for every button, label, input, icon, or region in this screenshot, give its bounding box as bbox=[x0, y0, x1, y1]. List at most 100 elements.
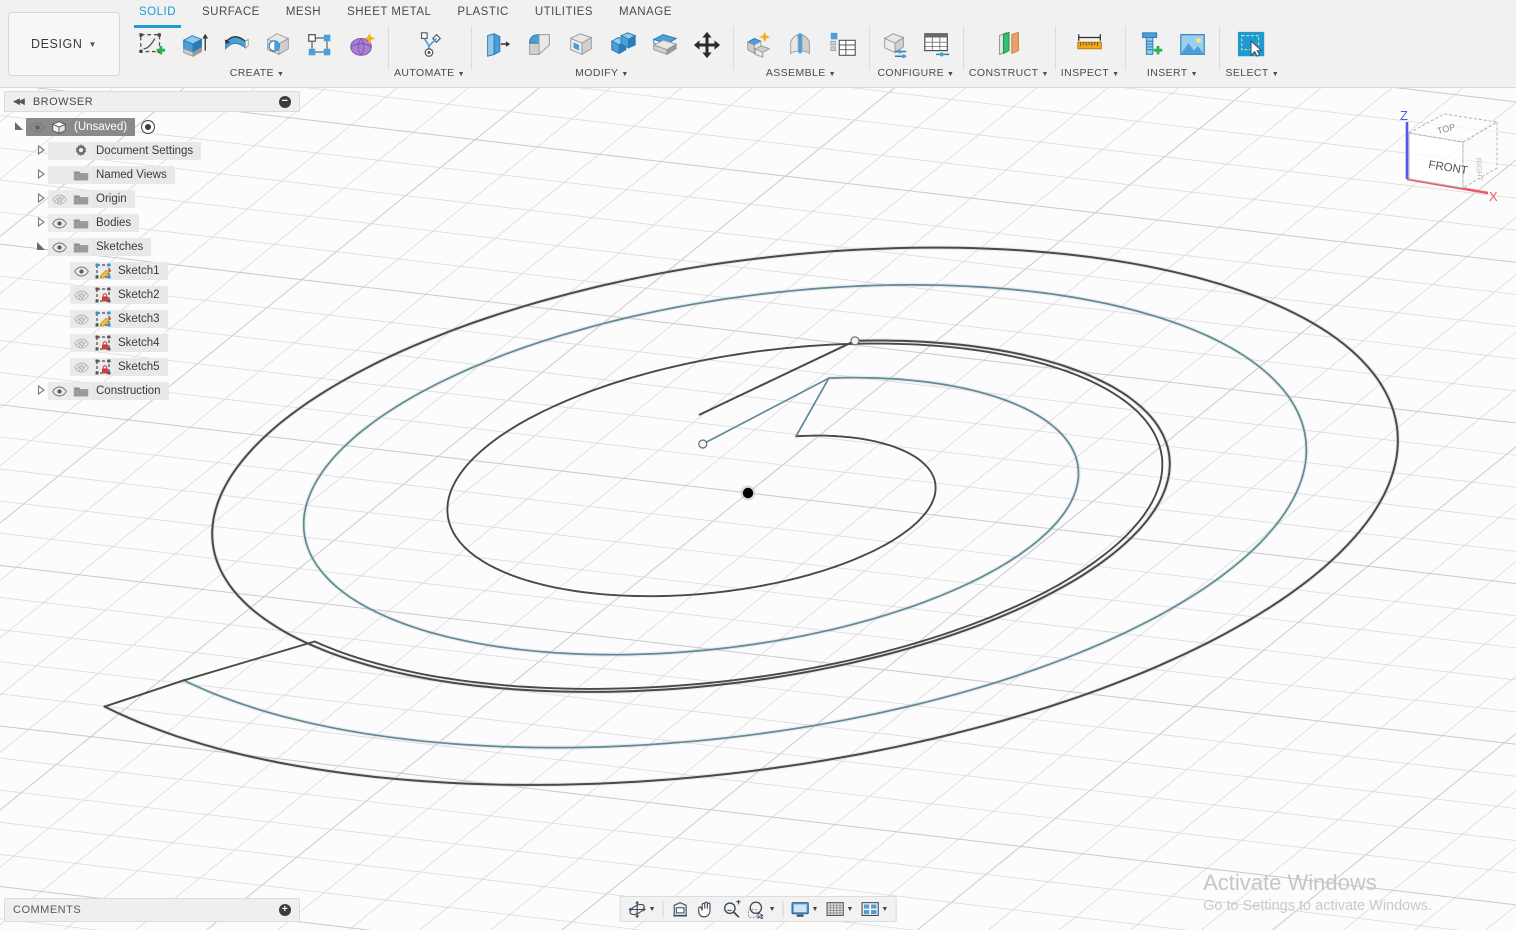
tree-item-content[interactable]: Sketch1 bbox=[70, 262, 168, 280]
chevron-down-icon[interactable]: ▼ bbox=[812, 906, 819, 913]
automate-icon[interactable] bbox=[409, 25, 449, 65]
tree-item-sketch[interactable]: Sketch3 bbox=[4, 307, 300, 331]
chevron-down-icon[interactable]: ▼ bbox=[769, 906, 776, 913]
zoom-window-icon[interactable]: ▼ bbox=[745, 898, 779, 920]
measure-icon[interactable] bbox=[1070, 25, 1110, 65]
shell-icon[interactable] bbox=[561, 25, 601, 65]
panel-label[interactable]: INSPECT ▼ bbox=[1061, 66, 1120, 82]
collapse-left-icon[interactable]: ◀◀ bbox=[13, 96, 25, 107]
tree-item-construction[interactable]: Construction bbox=[4, 379, 300, 403]
eye-hidden-icon[interactable] bbox=[70, 313, 92, 326]
eye-hidden-icon[interactable] bbox=[70, 337, 92, 350]
eye-visible-icon[interactable] bbox=[48, 241, 70, 254]
chevron-down-icon[interactable]: ▼ bbox=[829, 71, 836, 78]
panel-label[interactable]: SELECT ▼ bbox=[1225, 66, 1279, 82]
tree-item-document-settings[interactable]: Document Settings bbox=[4, 139, 300, 163]
tree-item-content[interactable]: Document Settings bbox=[48, 142, 202, 160]
pan-icon[interactable] bbox=[694, 898, 718, 920]
tree-item-sketch[interactable]: Sketch4 bbox=[4, 331, 300, 355]
tree-item-content[interactable]: Sketch2 bbox=[70, 286, 168, 304]
chevron-down-icon[interactable]: ▼ bbox=[649, 906, 656, 913]
viewports-icon[interactable]: ▼ bbox=[857, 898, 891, 920]
form-icon[interactable] bbox=[342, 25, 382, 65]
tree-item-content[interactable]: Construction bbox=[48, 382, 169, 400]
tree-item-content[interactable]: Sketch4 bbox=[70, 334, 168, 352]
chevron-down-icon[interactable]: ▼ bbox=[846, 906, 853, 913]
activate-component-radio[interactable] bbox=[141, 120, 156, 134]
tree-item-content[interactable]: Sketches bbox=[48, 238, 152, 256]
fillet-icon[interactable] bbox=[519, 25, 559, 65]
chevron-down-icon[interactable]: ▼ bbox=[1272, 71, 1279, 78]
tree-item-content[interactable]: Sketch3 bbox=[70, 310, 168, 328]
plus-icon[interactable]: + bbox=[279, 904, 291, 916]
configure-model-icon[interactable] bbox=[875, 25, 915, 65]
panel-label[interactable]: CONSTRUCT ▼ bbox=[969, 66, 1049, 82]
eye-hidden-icon[interactable] bbox=[70, 361, 92, 374]
eye-hidden-icon[interactable] bbox=[48, 193, 70, 206]
look-at-icon[interactable] bbox=[668, 898, 693, 920]
orbit-icon[interactable]: ▼ bbox=[625, 898, 659, 920]
tree-item-content[interactable]: (Unsaved) bbox=[26, 118, 136, 136]
press-pull-icon[interactable] bbox=[477, 25, 517, 65]
tree-item-content[interactable]: Named Views bbox=[48, 166, 175, 184]
chevron-expanded-icon[interactable] bbox=[34, 241, 48, 253]
offset-plane-icon[interactable] bbox=[989, 25, 1029, 65]
tree-item-sketches[interactable]: Sketches bbox=[4, 235, 300, 259]
revolve-icon[interactable] bbox=[216, 25, 256, 65]
eye-visible-icon[interactable] bbox=[70, 265, 92, 278]
grid-snap-icon[interactable]: ▼ bbox=[822, 898, 856, 920]
extrude-icon[interactable] bbox=[174, 25, 214, 65]
tree-item-sketch[interactable]: Sketch5 bbox=[4, 355, 300, 379]
chevron-down-icon[interactable]: ▼ bbox=[621, 71, 628, 78]
tree-item-unsaved[interactable]: (Unsaved) bbox=[4, 115, 300, 139]
comments-panel[interactable]: COMMENTS + bbox=[4, 898, 300, 922]
panel-label[interactable]: CONFIGURE ▼ bbox=[877, 66, 954, 82]
tree-item-sketch[interactable]: Sketch2 bbox=[4, 283, 300, 307]
panel-label[interactable]: MODIFY ▼ bbox=[575, 66, 629, 82]
create-sketch-icon[interactable] bbox=[132, 25, 172, 65]
hole-icon[interactable] bbox=[258, 25, 298, 65]
split-face-icon[interactable] bbox=[645, 25, 685, 65]
panel-label[interactable]: ASSEMBLE ▼ bbox=[766, 66, 836, 82]
chevron-collapsed-icon[interactable] bbox=[34, 192, 48, 205]
move-copy-icon[interactable] bbox=[687, 25, 727, 65]
minus-icon[interactable]: − bbox=[279, 95, 291, 108]
eye-hidden-icon[interactable] bbox=[70, 289, 92, 302]
chevron-down-icon[interactable]: ▼ bbox=[458, 71, 465, 78]
panel-label[interactable]: INSERT ▼ bbox=[1147, 66, 1198, 82]
bom-icon[interactable] bbox=[823, 25, 863, 65]
chevron-down-icon[interactable]: ▼ bbox=[947, 71, 954, 78]
chevron-collapsed-icon[interactable] bbox=[34, 144, 48, 157]
chevron-collapsed-icon[interactable] bbox=[34, 216, 48, 229]
insert-canvas-icon[interactable] bbox=[1173, 25, 1213, 65]
tree-item-named-views[interactable]: Named Views bbox=[4, 163, 300, 187]
chevron-down-icon[interactable]: ▼ bbox=[1041, 71, 1048, 78]
insert-mcmaster-icon[interactable] bbox=[1131, 25, 1171, 65]
chevron-expanded-icon[interactable] bbox=[12, 121, 26, 133]
eye-visible-icon[interactable] bbox=[48, 217, 70, 230]
chevron-down-icon[interactable]: ▼ bbox=[277, 71, 284, 78]
tree-item-sketch[interactable]: Sketch1 bbox=[4, 259, 300, 283]
joint-icon[interactable] bbox=[781, 25, 821, 65]
design-workspace-button[interactable]: DESIGN ▼ bbox=[8, 12, 120, 76]
chevron-down-icon[interactable]: ▼ bbox=[1191, 71, 1198, 78]
tree-item-content[interactable]: Sketch5 bbox=[70, 358, 168, 376]
chevron-collapsed-icon[interactable] bbox=[34, 168, 48, 181]
zoom-icon[interactable] bbox=[719, 898, 744, 920]
eye-visible-icon[interactable] bbox=[26, 121, 48, 134]
rectangular-pattern-icon[interactable] bbox=[300, 25, 340, 65]
new-component-icon[interactable] bbox=[739, 25, 779, 65]
chevron-collapsed-icon[interactable] bbox=[34, 384, 48, 397]
panel-label[interactable]: AUTOMATE ▼ bbox=[394, 66, 465, 82]
chevron-down-icon[interactable]: ▼ bbox=[881, 906, 888, 913]
tree-item-content[interactable]: Bodies bbox=[48, 214, 140, 232]
tree-item-origin[interactable]: Origin bbox=[4, 187, 300, 211]
panel-label[interactable]: CREATE ▼ bbox=[230, 66, 285, 82]
eye-visible-icon[interactable] bbox=[48, 385, 70, 398]
select-window-icon[interactable] bbox=[1232, 25, 1272, 65]
tree-item-content[interactable]: Origin bbox=[48, 190, 135, 208]
combine-icon[interactable] bbox=[603, 25, 643, 65]
chevron-down-icon[interactable]: ▼ bbox=[1112, 71, 1119, 78]
view-cube[interactable]: Z X FRONT TOP RIGHT bbox=[1384, 96, 1508, 208]
tree-item-bodies[interactable]: Bodies bbox=[4, 211, 300, 235]
